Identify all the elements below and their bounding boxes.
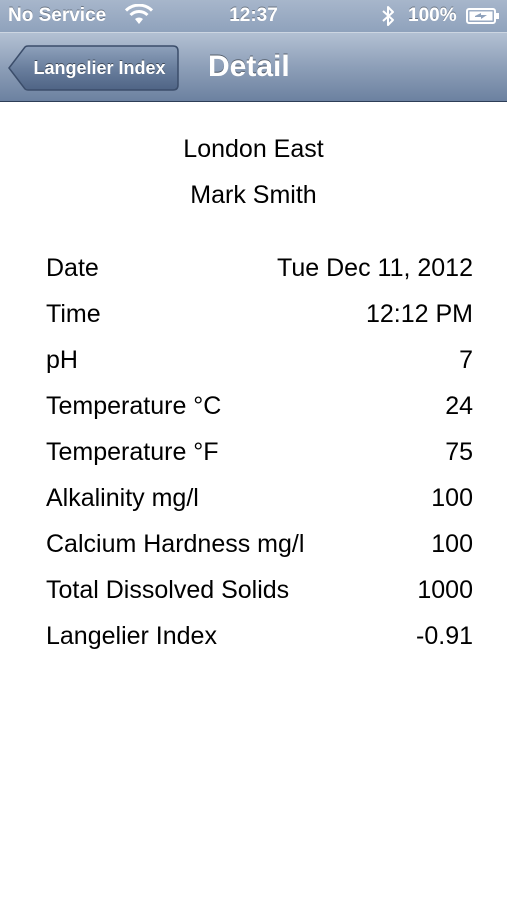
- detail-value: 7: [459, 345, 473, 374]
- detail-label: Calcium Hardness mg/l: [46, 529, 305, 558]
- person-name-label: Mark Smith: [190, 181, 317, 209]
- detail-value: 100: [431, 483, 473, 512]
- bluetooth-icon: [382, 6, 394, 26]
- detail-row-date: Date Tue Dec 11, 2012: [46, 245, 473, 291]
- detail-value: 12:12 PM: [365, 299, 473, 328]
- detail-row-temperature-c: Temperature °C 24: [46, 383, 473, 429]
- detail-label: Temperature °C: [46, 391, 222, 420]
- detail-label: Total Dissolved Solids: [46, 575, 290, 604]
- detail-value: -0.91: [416, 621, 473, 650]
- detail-value: 24: [445, 391, 473, 420]
- detail-value: 75: [445, 437, 473, 466]
- detail-value: 100: [431, 529, 473, 558]
- detail-row-calcium-hardness: Calcium Hardness mg/l 100: [46, 521, 473, 567]
- detail-label: Date: [46, 253, 99, 282]
- detail-label: Langelier Index: [46, 621, 217, 650]
- detail-label: pH: [46, 345, 78, 374]
- detail-label: Time: [46, 299, 101, 328]
- detail-row-ph: pH 7: [46, 337, 473, 383]
- status-bar: No Service 12:37 100%: [0, 0, 507, 32]
- detail-value: Tue Dec 11, 2012: [277, 253, 473, 282]
- detail-label: Alkalinity mg/l: [46, 483, 199, 512]
- detail-row-alkalinity: Alkalinity mg/l 100: [46, 475, 473, 521]
- detail-row-temperature-f: Temperature °F 75: [46, 429, 473, 475]
- navigation-bar: Langelier Index Detail: [0, 32, 507, 102]
- back-button[interactable]: Langelier Index: [8, 45, 179, 91]
- detail-row-time: Time 12:12 PM: [46, 291, 473, 337]
- back-button-label: Langelier Index: [33, 58, 166, 78]
- battery-percent: 100%: [408, 5, 457, 26]
- detail-value: 1000: [417, 575, 473, 604]
- screen: No Service 12:37 100% Langelier Index De…: [0, 0, 507, 900]
- detail-row-total-dissolved-solids: Total Dissolved Solids 1000: [46, 567, 473, 613]
- detail-row-langelier-index: Langelier Index -0.91: [46, 613, 473, 659]
- detail-label: Temperature °F: [46, 437, 219, 466]
- battery-icon: [466, 8, 499, 24]
- location-label: London East: [183, 135, 324, 163]
- page-title: Detail: [208, 50, 290, 83]
- details-list: Date Tue Dec 11, 2012 Time 12:12 PM pH 7…: [46, 245, 473, 659]
